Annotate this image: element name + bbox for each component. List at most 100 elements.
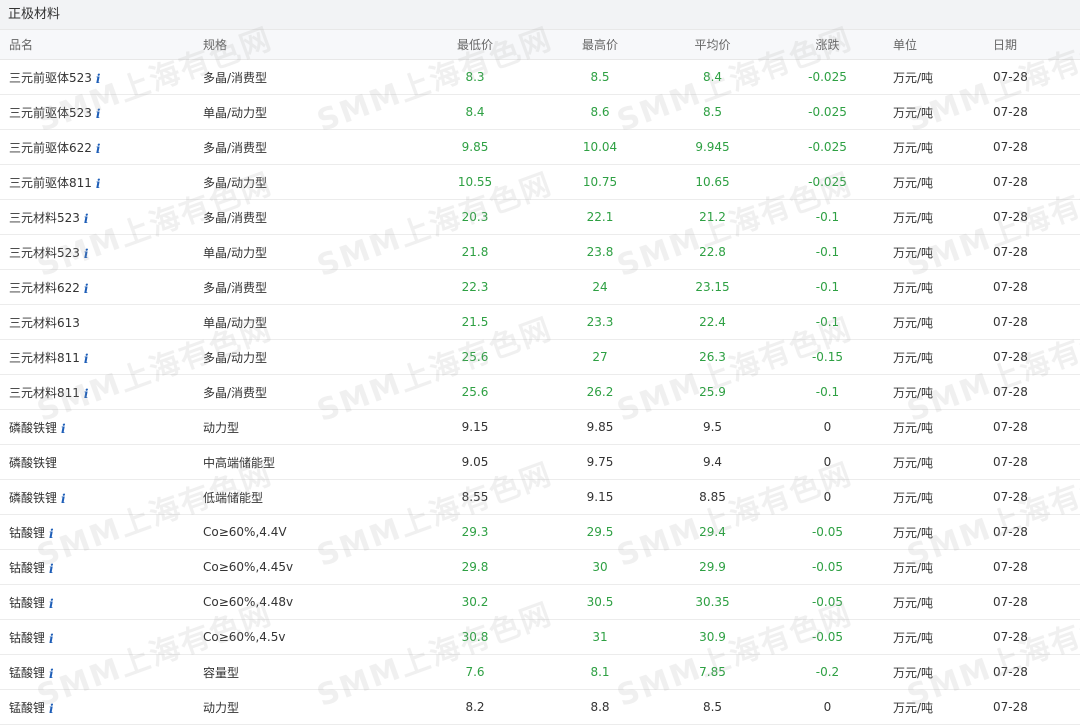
table-row[interactable]: 锰酸锂 i 动力型 8.2 8.8 8.5 0 万元/吨 07-28 [0, 689, 1080, 725]
product-name[interactable]: 锰酸锂 [9, 666, 45, 680]
product-name[interactable]: 三元材料811 [9, 386, 80, 400]
low-price-cell: 7.6 [410, 654, 540, 690]
date-cell: 07-28 [990, 199, 1080, 235]
info-icon[interactable]: i [84, 352, 89, 366]
info-icon[interactable]: i [49, 702, 54, 716]
table-row[interactable]: 磷酸铁锂 i 低端储能型 8.55 9.15 8.85 0 万元/吨 07-28 [0, 479, 1080, 515]
spec-cell: Co≥60%,4.5v [200, 619, 410, 655]
unit-cell: 万元/吨 [890, 514, 990, 550]
info-icon[interactable]: i [49, 667, 54, 681]
table-row[interactable]: 三元材料523 i 多晶/消费型 20.3 22.1 21.2 -0.1 万元/吨 07-28 [0, 199, 1080, 235]
date-cell: 07-28 [990, 269, 1080, 305]
product-name-cell[interactable]: 锰酸锂 i [0, 654, 200, 690]
table-row[interactable]: 三元前驱体811 i 多晶/动力型 10.55 10.75 10.65 -0.025 万元/吨… [0, 164, 1080, 200]
info-icon[interactable]: i [84, 387, 89, 401]
product-name-cell[interactable]: 钴酸锂 i [0, 514, 200, 550]
low-price-cell: 20.3 [410, 199, 540, 235]
info-icon[interactable]: i [49, 562, 54, 576]
product-name-cell[interactable]: 三元前驱体523 i [0, 94, 200, 130]
table-row[interactable]: 三元前驱体523 i 多晶/消费型 8.3 8.5 8.4 -0.025 万元/吨 07-28 [0, 59, 1080, 95]
high-price-cell: 9.15 [540, 479, 660, 515]
table-row[interactable]: 三元材料523 i 单晶/动力型 21.8 23.8 22.8 -0.1 万元/吨 07-28 [0, 234, 1080, 270]
product-name-cell[interactable]: 三元材料622 i [0, 269, 200, 305]
product-name-cell[interactable]: 锰酸锂 i [0, 689, 200, 725]
table-row[interactable]: 三元材料613i单晶/动力型21.523.322.4-0.1万元/吨07-28 [0, 304, 1080, 340]
product-name-cell[interactable]: 三元材料811 i [0, 374, 200, 410]
product-name-cell[interactable]: 三元前驱体622 i [0, 129, 200, 165]
product-name[interactable]: 钴酸锂 [9, 596, 45, 610]
product-name[interactable]: 三元材料622 [9, 281, 80, 295]
info-icon[interactable]: i [61, 422, 66, 436]
info-icon[interactable]: i [96, 142, 101, 156]
product-name[interactable]: 锰酸锂 [9, 701, 45, 715]
unit-cell: 万元/吨 [890, 199, 990, 235]
product-name-cell[interactable]: 三元材料811 i [0, 339, 200, 375]
info-icon[interactable]: i [96, 72, 101, 86]
product-name-cell[interactable]: 磷酸铁锂 i [0, 409, 200, 445]
info-icon[interactable]: i [49, 597, 54, 611]
product-name[interactable]: 三元材料613 [9, 316, 80, 330]
avg-price-cell: 8.85 [660, 479, 765, 515]
product-name-cell[interactable]: 三元材料613i [0, 304, 200, 340]
product-name[interactable]: 三元前驱体622 [9, 141, 92, 155]
product-name[interactable]: 磷酸铁锂 [9, 456, 57, 470]
product-name[interactable]: 三元前驱体523 [9, 71, 92, 85]
product-name-cell[interactable]: 磷酸铁锂 i [0, 479, 200, 515]
avg-price-cell: 22.8 [660, 234, 765, 270]
table-row[interactable]: 钴酸锂 i Co≥60%,4.4V 29.3 29.5 29.4 -0.05 万元/吨 07-2… [0, 514, 1080, 550]
header-date: 日期 [990, 30, 1080, 60]
info-icon[interactable]: i [49, 632, 54, 646]
product-name-cell[interactable]: 钴酸锂 i [0, 619, 200, 655]
info-icon[interactable]: i [84, 247, 89, 261]
unit-cell: 万元/吨 [890, 374, 990, 410]
table-row[interactable]: 三元材料811 i 多晶/动力型 25.6 27 26.3 -0.15 万元/吨 07-28 [0, 339, 1080, 375]
low-price-cell: 25.6 [410, 339, 540, 375]
info-icon[interactable]: i [49, 527, 54, 541]
product-name-cell[interactable]: 磷酸铁锂i [0, 444, 200, 480]
info-icon[interactable]: i [96, 177, 101, 191]
product-name-cell[interactable]: 三元材料523 i [0, 234, 200, 270]
product-name[interactable]: 磷酸铁锂 [9, 421, 57, 435]
product-name[interactable]: 三元材料523 [9, 246, 80, 260]
product-name[interactable]: 磷酸铁锂 [9, 491, 57, 505]
date-cell: 07-28 [990, 619, 1080, 655]
table-row[interactable]: 三元前驱体523 i 单晶/动力型 8.4 8.6 8.5 -0.025 万元/吨 07-28 [0, 94, 1080, 130]
table-row[interactable]: 磷酸铁锂i中高端储能型9.059.759.40万元/吨07-28 [0, 444, 1080, 480]
product-name[interactable]: 钴酸锂 [9, 561, 45, 575]
header-change: 涨跌 [765, 30, 890, 60]
info-icon[interactable]: i [84, 282, 89, 296]
product-name-cell[interactable]: 三元前驱体811 i [0, 164, 200, 200]
date-cell: 07-28 [990, 584, 1080, 620]
product-name[interactable]: 钴酸锂 [9, 526, 45, 540]
product-name[interactable]: 钴酸锂 [9, 631, 45, 645]
product-name[interactable]: 三元材料523 [9, 211, 80, 225]
table-row[interactable]: 锰酸锂 i 容量型 7.6 8.1 7.85 -0.2 万元/吨 07-28 [0, 654, 1080, 690]
table-row[interactable]: 三元材料622 i 多晶/消费型 22.3 24 23.15 -0.1 万元/吨 07-28 [0, 269, 1080, 305]
info-icon[interactable]: i [61, 492, 66, 506]
product-name[interactable]: 三元材料811 [9, 351, 80, 365]
header-unit: 单位 [890, 30, 990, 60]
table-row[interactable]: 三元材料811 i 多晶/消费型 25.6 26.2 25.9 -0.1 万元/吨 07-28 [0, 374, 1080, 410]
product-name-cell[interactable]: 三元材料523 i [0, 199, 200, 235]
product-name[interactable]: 三元前驱体811 [9, 176, 92, 190]
avg-price-cell: 25.9 [660, 374, 765, 410]
table-row[interactable]: 磷酸铁锂 i 动力型 9.15 9.85 9.5 0 万元/吨 07-28 [0, 409, 1080, 445]
product-name-cell[interactable]: 钴酸锂 i [0, 584, 200, 620]
avg-price-cell: 9.5 [660, 409, 765, 445]
avg-price-cell: 29.9 [660, 549, 765, 585]
avg-price-cell: 9.4 [660, 444, 765, 480]
change-cell: -0.05 [765, 619, 890, 655]
info-icon[interactable]: i [96, 107, 101, 121]
table-row[interactable]: 三元前驱体622 i 多晶/消费型 9.85 10.04 9.945 -0.025 万元/吨 0… [0, 129, 1080, 165]
table-row[interactable]: 钴酸锂 i Co≥60%,4.45v 29.8 30 29.9 -0.05 万元/吨 07-28 [0, 549, 1080, 585]
product-name[interactable]: 三元前驱体523 [9, 106, 92, 120]
table-row[interactable]: 钴酸锂 i Co≥60%,4.5v 30.8 31 30.9 -0.05 万元/吨 07-28 [0, 619, 1080, 655]
spec-cell: 低端储能型 [200, 479, 410, 515]
change-cell: 0 [765, 409, 890, 445]
table-row[interactable]: 钴酸锂 i Co≥60%,4.48v 30.2 30.5 30.35 -0.05 万元/吨 07… [0, 584, 1080, 620]
info-icon[interactable]: i [84, 212, 89, 226]
product-name-cell[interactable]: 三元前驱体523 i [0, 59, 200, 95]
price-table: 品名 规格 最低价 最高价 平均价 涨跌 单位 日期 三元前驱体523 i 多晶/消… [0, 30, 1080, 725]
header-high-price: 最高价 [540, 30, 660, 60]
product-name-cell[interactable]: 钴酸锂 i [0, 549, 200, 585]
